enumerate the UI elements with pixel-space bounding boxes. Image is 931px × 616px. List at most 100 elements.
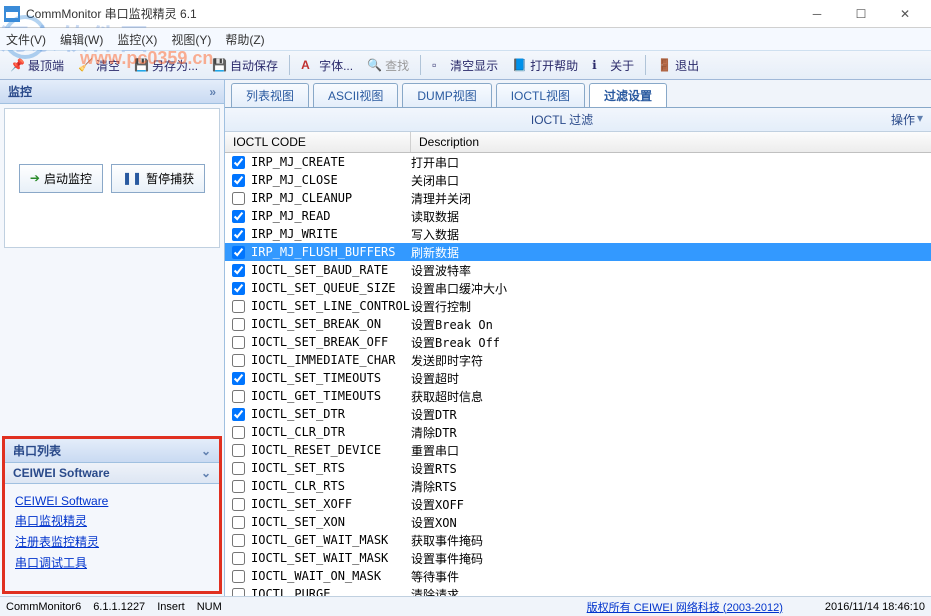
row-checkbox[interactable] xyxy=(232,462,245,475)
row-checkbox[interactable] xyxy=(232,552,245,565)
row-checkbox[interactable] xyxy=(232,444,245,457)
status-copyright-link[interactable]: 版权所有 CEIWEI 网络科技 (2003-2012) xyxy=(587,599,783,615)
table-row[interactable]: IOCTL_SET_RTS设置RTS xyxy=(225,459,931,477)
table-row[interactable]: IOCTL_CLR_RTS清除RTS xyxy=(225,477,931,495)
col-ioctl-code[interactable]: IOCTL CODE xyxy=(225,132,411,152)
filter-op-label[interactable]: 操作 xyxy=(891,111,915,128)
table-header: IOCTL CODE Description xyxy=(225,132,931,153)
table-row[interactable]: IOCTL_SET_DTR设置DTR xyxy=(225,405,931,423)
titlebar: CommMonitor 串口监视精灵 6.1 ─ ☐ ✕ xyxy=(0,0,931,28)
row-checkbox[interactable] xyxy=(232,300,245,313)
row-checkbox[interactable] xyxy=(232,156,245,169)
col-description[interactable]: Description xyxy=(411,132,931,152)
chevron-down-icon[interactable]: ▾ xyxy=(917,111,923,128)
table-row[interactable]: IOCTL_CLR_DTR清除DTR xyxy=(225,423,931,441)
link-serial-debug[interactable]: 串口调试工具 xyxy=(15,554,209,571)
table-row[interactable]: IOCTL_SET_XON设置XON xyxy=(225,513,931,531)
monitor-panel-header[interactable]: 监控 » xyxy=(0,80,224,104)
toolbar-topmost[interactable]: 📌最顶端 xyxy=(4,54,70,77)
tab-ioctl-view[interactable]: IOCTL视图 xyxy=(496,83,585,107)
toolbar-font[interactable]: A字体... xyxy=(295,54,359,77)
table-row[interactable]: IOCTL_IMMEDIATE_CHAR发送即时字符 xyxy=(225,351,931,369)
row-checkbox[interactable] xyxy=(232,282,245,295)
chevron-down-icon[interactable]: ⌄ xyxy=(201,444,211,458)
row-desc: 写入数据 xyxy=(411,226,931,243)
menu-monitor[interactable]: 监控(X) xyxy=(117,31,157,48)
tab-ascii-view[interactable]: ASCII视图 xyxy=(313,83,398,107)
toolbar-saveas-label: 另存为... xyxy=(152,57,198,74)
row-checkbox[interactable] xyxy=(232,372,245,385)
toolbar-openhelp[interactable]: 📘打开帮助 xyxy=(506,54,584,77)
table-row[interactable]: IRP_MJ_CLEANUP清理并关闭 xyxy=(225,189,931,207)
minimize-button[interactable]: ─ xyxy=(795,2,839,26)
table-row[interactable]: IOCTL_SET_BREAK_ON设置Break On xyxy=(225,315,931,333)
table-row[interactable]: IOCTL_GET_WAIT_MASK获取事件掩码 xyxy=(225,531,931,549)
row-checkbox[interactable] xyxy=(232,498,245,511)
row-checkbox[interactable] xyxy=(232,588,245,596)
tab-filter-settings[interactable]: 过滤设置 xyxy=(589,83,667,107)
maximize-button[interactable]: ☐ xyxy=(839,2,883,26)
table-row[interactable]: IOCTL_SET_BREAK_OFF设置Break Off xyxy=(225,333,931,351)
table-row[interactable]: IRP_MJ_CLOSE关闭串口 xyxy=(225,171,931,189)
table-row[interactable]: IOCTL_SET_QUEUE_SIZE设置串口缓冲大小 xyxy=(225,279,931,297)
start-monitor-button[interactable]: ➔启动监控 xyxy=(19,164,103,193)
collapse-icon[interactable]: » xyxy=(209,85,216,99)
tab-dump-view[interactable]: DUMP视图 xyxy=(402,83,491,107)
row-checkbox[interactable] xyxy=(232,228,245,241)
link-serial-monitor[interactable]: 串口监视精灵 xyxy=(15,512,209,529)
link-ceiwei-software[interactable]: CEIWEI Software xyxy=(15,494,209,508)
toolbar-exit[interactable]: 🚪退出 xyxy=(651,54,705,77)
table-row[interactable]: IRP_MJ_READ读取数据 xyxy=(225,207,931,225)
status-num: NUM xyxy=(197,601,222,613)
filter-table[interactable]: IOCTL CODE Description IRP_MJ_CREATE打开串口… xyxy=(225,132,931,596)
row-checkbox[interactable] xyxy=(232,534,245,547)
table-row[interactable]: IOCTL_SET_BAUD_RATE设置波特率 xyxy=(225,261,931,279)
toolbar-about[interactable]: ℹ关于 xyxy=(586,54,640,77)
row-checkbox[interactable] xyxy=(232,318,245,331)
row-desc: 重置串口 xyxy=(411,442,931,459)
row-checkbox[interactable] xyxy=(232,408,245,421)
table-row[interactable]: IOCTL_SET_XOFF设置XOFF xyxy=(225,495,931,513)
menu-edit[interactable]: 编辑(W) xyxy=(60,31,103,48)
table-row[interactable]: IRP_MJ_CREATE打开串口 xyxy=(225,153,931,171)
row-code: IOCTL_SET_QUEUE_SIZE xyxy=(251,281,411,295)
link-registry-monitor[interactable]: 注册表监控精灵 xyxy=(15,533,209,550)
row-checkbox[interactable] xyxy=(232,264,245,277)
row-desc: 设置XON xyxy=(411,514,931,531)
menu-help[interactable]: 帮助(Z) xyxy=(225,31,264,48)
row-checkbox[interactable] xyxy=(232,174,245,187)
toolbar-cleardisplay[interactable]: ▫清空显示 xyxy=(426,54,504,77)
row-checkbox[interactable] xyxy=(232,192,245,205)
monitor-panel-body: ➔启动监控 ❚❚暂停捕获 xyxy=(4,108,220,248)
toolbar-autosave[interactable]: 💾自动保存 xyxy=(206,54,284,77)
row-checkbox[interactable] xyxy=(232,426,245,439)
table-row[interactable]: IOCTL_GET_TIMEOUTS获取超时信息 xyxy=(225,387,931,405)
table-row[interactable]: IOCTL_WAIT_ON_MASK等待事件 xyxy=(225,567,931,585)
row-checkbox[interactable] xyxy=(232,354,245,367)
tab-list-view[interactable]: 列表视图 xyxy=(231,83,309,107)
close-button[interactable]: ✕ xyxy=(883,2,927,26)
pause-capture-button[interactable]: ❚❚暂停捕获 xyxy=(111,164,205,193)
chevron-down-icon[interactable]: ⌄ xyxy=(201,466,211,480)
table-row[interactable]: IOCTL_SET_TIMEOUTS设置超时 xyxy=(225,369,931,387)
toolbar-clear[interactable]: 🧹清空 xyxy=(72,54,126,77)
toolbar-saveas[interactable]: 💾另存为... xyxy=(128,54,204,77)
ceiwei-panel-header[interactable]: CEIWEI Software ⌄ xyxy=(5,463,219,484)
row-checkbox[interactable] xyxy=(232,210,245,223)
row-checkbox[interactable] xyxy=(232,246,245,259)
menu-view[interactable]: 视图(Y) xyxy=(171,31,211,48)
portlist-panel-header[interactable]: 串口列表 ⌄ xyxy=(5,439,219,463)
table-row[interactable]: IRP_MJ_FLUSH_BUFFERS刷新数据 xyxy=(225,243,931,261)
table-row[interactable]: IOCTL_PURGE清除请求 xyxy=(225,585,931,596)
row-checkbox[interactable] xyxy=(232,390,245,403)
row-checkbox[interactable] xyxy=(232,516,245,529)
table-row[interactable]: IOCTL_RESET_DEVICE重置串口 xyxy=(225,441,931,459)
row-checkbox[interactable] xyxy=(232,336,245,349)
table-row[interactable]: IRP_MJ_WRITE写入数据 xyxy=(225,225,931,243)
toolbar-find[interactable]: 🔍查找 xyxy=(361,54,415,77)
row-checkbox[interactable] xyxy=(232,480,245,493)
row-checkbox[interactable] xyxy=(232,570,245,583)
menu-file[interactable]: 文件(V) xyxy=(6,31,46,48)
table-row[interactable]: IOCTL_SET_WAIT_MASK设置事件掩码 xyxy=(225,549,931,567)
table-row[interactable]: IOCTL_SET_LINE_CONTROL设置行控制 xyxy=(225,297,931,315)
